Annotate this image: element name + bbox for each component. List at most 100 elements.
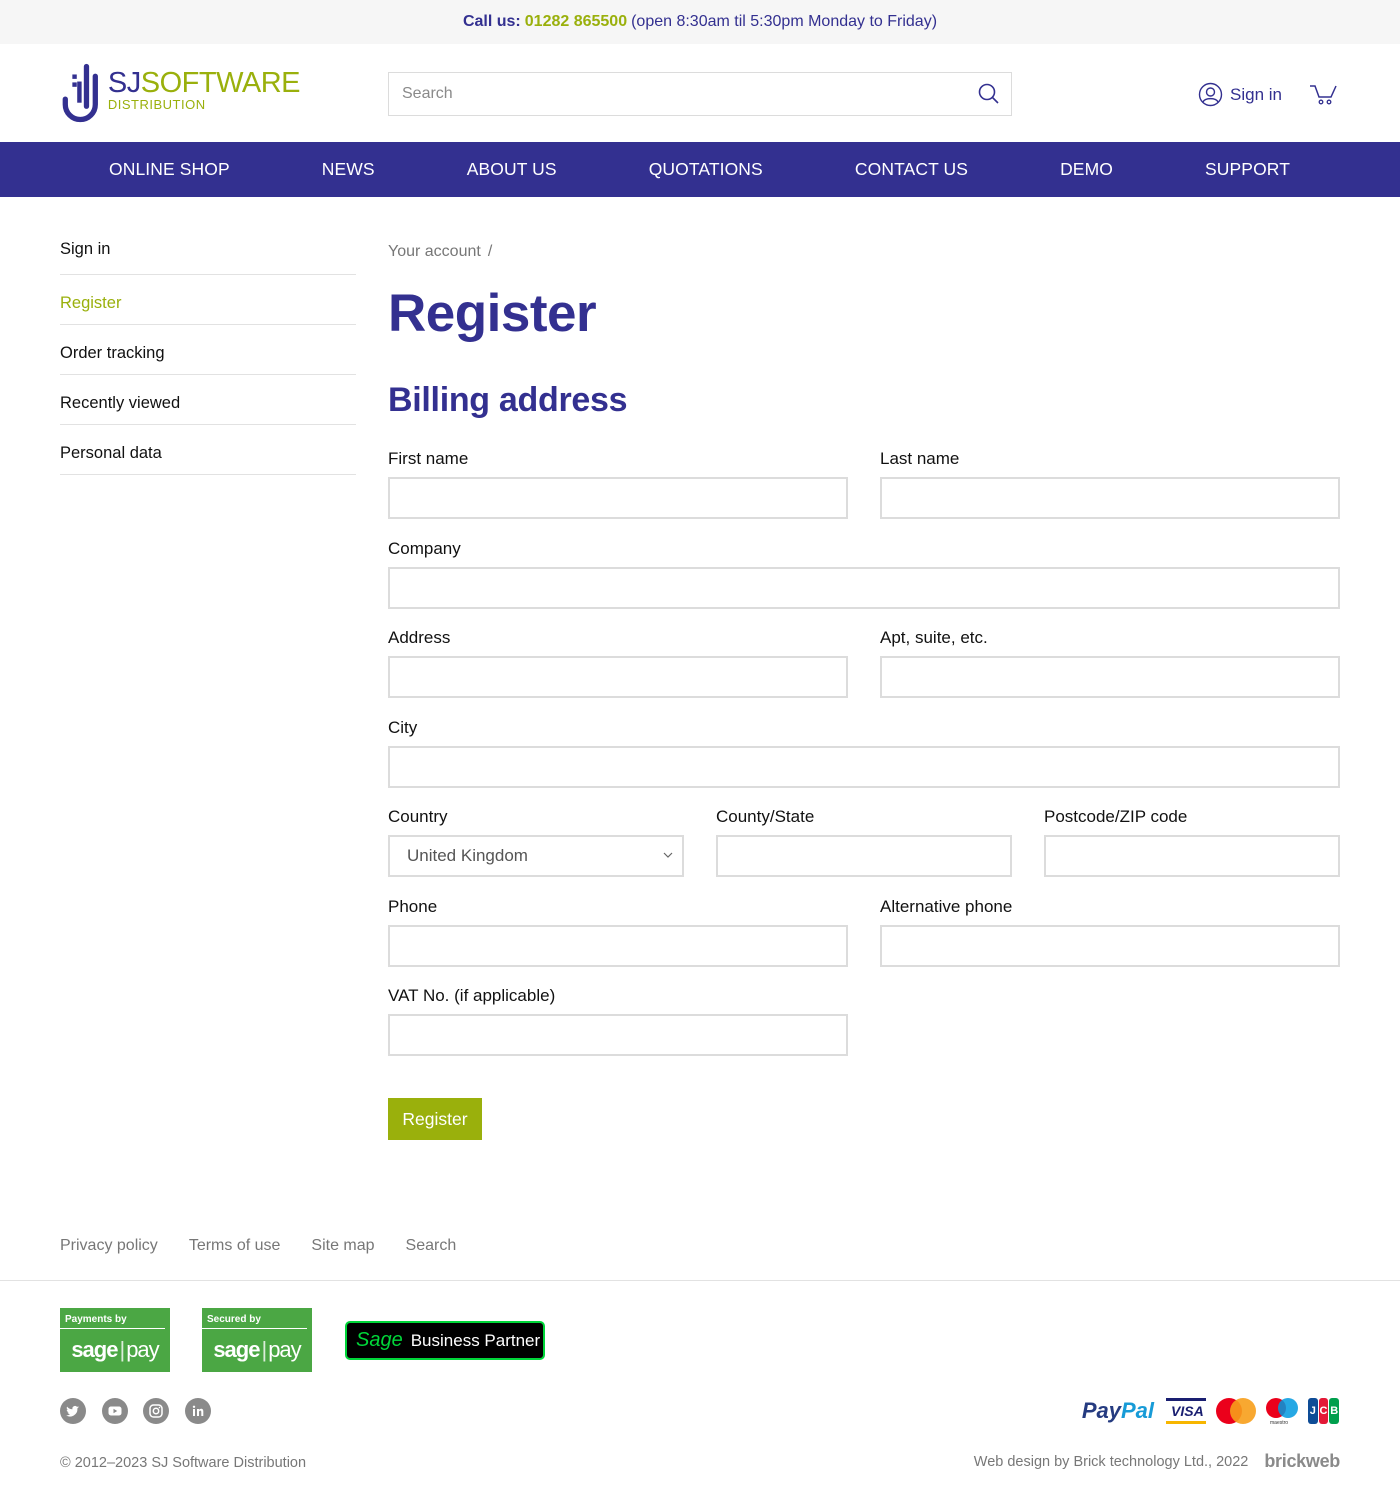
county-field: County/State xyxy=(716,807,1012,877)
city-field: City xyxy=(388,718,1340,788)
jcb-logo: J C B xyxy=(1308,1398,1340,1424)
sidebar-item-recently-viewed[interactable]: Recently viewed xyxy=(60,375,356,425)
first-name-label: First name xyxy=(388,449,469,468)
account-sidebar: Sign in Register Order tracking Recently… xyxy=(60,225,356,475)
phone-label: Phone xyxy=(388,897,438,916)
postcode-field: Postcode/ZIP code xyxy=(1044,807,1340,877)
breadcrumb-separator: / xyxy=(487,243,493,260)
vat-input[interactable] xyxy=(388,1014,848,1056)
apt-input[interactable] xyxy=(880,656,1340,698)
maestro-logo: maestro xyxy=(1266,1398,1298,1426)
footer-link-sitemap[interactable]: Site map xyxy=(311,1237,374,1255)
search-input[interactable] xyxy=(389,73,1011,115)
payment-methods: PayPal VISA maestro J C B xyxy=(1081,1398,1340,1426)
breadcrumb: Your account / xyxy=(388,243,492,261)
nav-news[interactable]: NEWS xyxy=(322,159,375,180)
postcode-input[interactable] xyxy=(1044,835,1340,877)
alt-phone-label: Alternative phone xyxy=(880,897,1013,916)
phone-number[interactable]: 01282 865500 xyxy=(525,13,627,31)
footer-links: Privacy policy Terms of use Site map Sea… xyxy=(0,1217,1400,1281)
sidebar-item-sign-in[interactable]: Sign in xyxy=(60,221,356,275)
footer-link-privacy[interactable]: Privacy policy xyxy=(60,1237,158,1255)
linkedin-icon[interactable] xyxy=(184,1398,211,1424)
brickweb-logo[interactable]: brickweb xyxy=(1264,1451,1340,1472)
county-input[interactable] xyxy=(716,835,1012,877)
instagram-icon[interactable] xyxy=(143,1398,169,1424)
search-box xyxy=(388,72,1012,116)
web-design-text[interactable]: Web design by Brick technology Ltd., 202… xyxy=(974,1454,1249,1470)
nav-demo[interactable]: DEMO xyxy=(1060,159,1113,180)
nav-online-shop[interactable]: ONLINE SHOP xyxy=(109,159,230,180)
last-name-input[interactable] xyxy=(880,477,1340,519)
register-button[interactable]: Register xyxy=(388,1098,482,1140)
site-logo[interactable]: SJSOFTWARE DISTRIBUTION xyxy=(60,60,301,126)
sj-logo-icon xyxy=(62,63,98,123)
top-contact-bar: Call us: 01282 865500 (open 8:30am til 5… xyxy=(0,0,1400,44)
apt-field: Apt, suite, etc. xyxy=(880,628,1340,698)
chevron-down-icon xyxy=(663,852,673,858)
last-name-field: Last name xyxy=(880,449,1340,519)
last-name-label: Last name xyxy=(880,449,960,468)
country-label: Country xyxy=(388,807,448,826)
sidebar-item-order-tracking[interactable]: Order tracking xyxy=(60,325,356,375)
footer-link-search[interactable]: Search xyxy=(406,1237,457,1255)
country-field: Country United Kingdom xyxy=(388,807,684,877)
address-label: Address xyxy=(388,628,451,647)
visa-logo: VISA xyxy=(1166,1398,1206,1424)
search-icon[interactable] xyxy=(977,82,1001,106)
county-label: County/State xyxy=(716,807,815,826)
nav-support[interactable]: SUPPORT xyxy=(1205,159,1290,180)
sage-business-partner-badge: Sage Business Partner xyxy=(345,1321,545,1360)
first-name-input[interactable] xyxy=(388,477,848,519)
address-field: Address xyxy=(388,628,848,698)
sidebar-item-personal-data[interactable]: Personal data xyxy=(60,425,356,475)
youtube-icon[interactable] xyxy=(101,1398,128,1424)
page-content: Sign in Register Order tracking Recently… xyxy=(0,197,1400,1217)
mastercard-logo xyxy=(1216,1398,1256,1424)
sign-in-link[interactable]: Sign in xyxy=(1198,82,1282,107)
site-footer: Payments by sage|pay Secured by sage|pay… xyxy=(0,1281,1400,1498)
postcode-label: Postcode/ZIP code xyxy=(1044,807,1188,826)
sage-logo: Sage xyxy=(356,1329,403,1351)
company-label: Company xyxy=(388,539,461,558)
sign-in-label: Sign in xyxy=(1230,84,1282,104)
company-input[interactable] xyxy=(388,567,1340,609)
footer-link-terms[interactable]: Terms of use xyxy=(189,1237,281,1255)
sidebar-item-register[interactable]: Register xyxy=(60,275,356,325)
city-input[interactable] xyxy=(388,746,1340,788)
paypal-logo: PayPal xyxy=(1081,1398,1154,1423)
apt-label: Apt, suite, etc. xyxy=(880,628,988,647)
vat-field: VAT No. (if applicable) xyxy=(388,986,848,1056)
phone-input[interactable] xyxy=(388,925,848,967)
call-us-label: Call us: xyxy=(462,13,521,30)
sagepay-payments-badge: Payments by sage|pay xyxy=(60,1308,170,1372)
company-field: Company xyxy=(388,539,1340,609)
first-name-field: First name xyxy=(388,449,848,519)
vat-label: VAT No. (if applicable) xyxy=(388,986,556,1005)
logo-distribution: DISTRIBUTION xyxy=(107,96,206,112)
address-input[interactable] xyxy=(388,656,848,698)
main-navigation: ONLINE SHOP NEWS ABOUT US QUOTATIONS CON… xyxy=(0,142,1400,197)
city-label: City xyxy=(388,718,418,737)
nav-quotations[interactable]: QUOTATIONS xyxy=(649,159,763,180)
alt-phone-input[interactable] xyxy=(880,925,1340,967)
breadcrumb-your-account[interactable]: Your account xyxy=(388,243,481,260)
page-title: Register xyxy=(388,284,597,343)
country-select[interactable]: United Kingdom xyxy=(388,835,684,877)
nav-contact-us[interactable]: CONTACT US xyxy=(855,159,968,180)
alt-phone-field: Alternative phone xyxy=(880,897,1340,967)
user-icon xyxy=(1198,82,1223,107)
logo-software: SOFTWARE xyxy=(140,66,301,99)
cart-icon[interactable] xyxy=(1309,82,1339,108)
partner-text: Business Partner xyxy=(410,1330,541,1350)
section-title: Billing address xyxy=(388,381,628,419)
sagepay-secured-badge: Secured by sage|pay xyxy=(202,1308,312,1372)
site-header: SJSOFTWARE DISTRIBUTION Sign in xyxy=(0,44,1400,142)
copyright-text: © 2012–2023 SJ Software Distribution xyxy=(60,1455,307,1471)
twitter-icon[interactable] xyxy=(60,1398,86,1424)
social-links xyxy=(60,1398,226,1424)
opening-hours: (open 8:30am til 5:30pm Monday to Friday… xyxy=(631,13,938,30)
logo-sj: SJ xyxy=(107,66,141,99)
nav-about-us[interactable]: ABOUT US xyxy=(467,159,557,180)
web-design-credit: Web design by Brick technology Ltd., 202… xyxy=(974,1451,1341,1472)
